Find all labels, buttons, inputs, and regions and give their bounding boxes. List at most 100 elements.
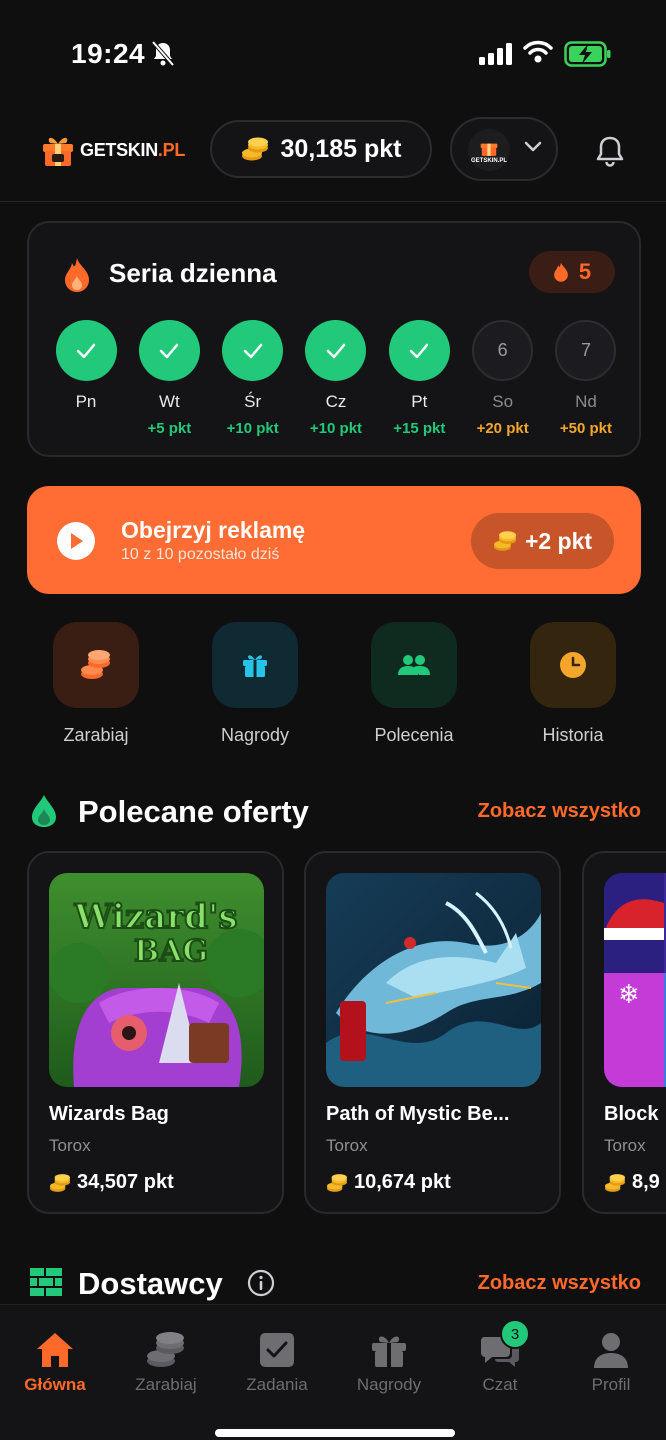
nav-tasks[interactable]: Zadania: [222, 1331, 332, 1395]
home-indicator: [215, 1429, 455, 1437]
streak-title: Seria dzienna: [109, 258, 277, 288]
day-reward: +5 pkt: [147, 420, 192, 437]
offer-points: 10,674 pkt: [326, 1171, 451, 1194]
day-reward: +20 pkt: [476, 420, 529, 437]
streak-count: 5: [578, 259, 592, 284]
ad-subtitle: 10 z 10 pozostało dziś: [121, 546, 280, 563]
day-name: Cz: [325, 392, 347, 411]
app-root: 19:24 GETSKIN.PL 30,185 pkt GETSKIN.PL S…: [0, 0, 666, 1440]
coins-icon: [147, 1332, 184, 1367]
quick-action-earn[interactable]: Zarabiaj: [26, 622, 166, 746]
nav-home[interactable]: Główna: [0, 1331, 110, 1395]
status-bar: 19:24: [0, 0, 666, 100]
ad-reward-value: +2 pkt: [524, 527, 593, 554]
day-number-indicator: 7: [555, 320, 617, 381]
day-reward: +10 pkt: [226, 420, 279, 437]
quick-action-icon-tile: [53, 622, 139, 708]
streak-day-sun: 7 Nd +50 pkt: [555, 320, 617, 438]
quick-action-label: Nagrody: [220, 725, 290, 745]
coins-icon: [493, 531, 516, 551]
battery-charging-icon: [564, 41, 611, 67]
streak-count-badge: 5: [529, 251, 615, 293]
offer-thumbnail: ❄: [604, 873, 666, 1087]
notifications-bell-icon[interactable]: [594, 134, 626, 168]
offer-name: Wizards Bag: [49, 1103, 169, 1125]
offers-carousel[interactable]: Wizard's BAG Wizards Bag Torox 34,507 pk…: [27, 851, 666, 1215]
streak-days: Pn Wt +5 pkt Śr +10 pkt Cz +10 pkt Pt +1…: [55, 320, 617, 438]
day-number-indicator: 6: [472, 320, 534, 381]
quick-action-history[interactable]: Historia: [503, 622, 643, 746]
clock-icon: [560, 652, 586, 678]
offer-card[interactable]: ❄ Block Torox 8,9: [582, 851, 666, 1214]
quick-action-icon-tile: [530, 622, 616, 708]
nav-label: Profil: [591, 1375, 631, 1394]
offer-publisher: Torox: [604, 1136, 646, 1155]
coins-icon: [81, 650, 110, 679]
ad-reward-pill: +2 pkt: [471, 513, 614, 569]
nav-profile[interactable]: Profil: [556, 1331, 666, 1395]
day-name: Pn: [75, 392, 97, 411]
day-complete-indicator: [55, 320, 117, 381]
coins-icon: [50, 1173, 70, 1192]
streak-day-mon: Pn: [55, 320, 117, 438]
flame-icon: [554, 262, 568, 282]
brick-wall-icon: [30, 1268, 62, 1296]
checkmark-icon: [243, 343, 262, 358]
checkmark-icon: [160, 343, 179, 358]
logo-text-main: GETSKIN: [80, 139, 158, 160]
status-time: 19:24: [71, 38, 146, 69]
streak-day-fri: Pt +15 pkt: [388, 320, 450, 438]
offer-publisher: Torox: [326, 1136, 368, 1155]
day-reward: +50 pkt: [559, 420, 613, 437]
play-button[interactable]: [57, 522, 95, 560]
block-puzzle-artwork: ❄: [604, 873, 666, 1087]
coins-icon: [241, 137, 268, 161]
points-balance-pill[interactable]: 30,185 pkt: [210, 120, 432, 178]
wizards-bag-artwork: Wizard's BAG: [49, 873, 264, 1087]
offer-thumbnail: Wizard's BAG: [49, 873, 264, 1087]
nav-earn[interactable]: Zarabiaj: [111, 1331, 221, 1395]
day-complete-indicator: [305, 320, 367, 381]
checkmark-icon: [410, 343, 429, 358]
brand-avatar-text: GETSKIN.PL: [470, 157, 507, 164]
offer-name: Block: [604, 1103, 659, 1125]
brand-selector[interactable]: GETSKIN.PL: [450, 117, 558, 181]
info-icon[interactable]: [247, 1269, 275, 1297]
wifi-icon: [523, 40, 553, 63]
offer-card[interactable]: Path of Mystic Be... Torox 10,674 pkt: [304, 851, 561, 1214]
watch-ad-banner[interactable]: Obejrzyj reklamę 10 z 10 pozostało dziś …: [27, 486, 641, 594]
day-name: Wt: [158, 392, 180, 411]
streak-day-wed: Śr +10 pkt: [222, 320, 284, 438]
gift-icon: [372, 1336, 406, 1367]
offer-publisher: Torox: [49, 1136, 91, 1155]
ad-title: Obejrzyj reklamę: [121, 517, 306, 543]
nav-chat[interactable]: 3 Czat: [445, 1319, 555, 1395]
checkbox-icon: [260, 1333, 294, 1367]
offer-card[interactable]: Wizard's BAG Wizards Bag Torox 34,507 pk…: [27, 851, 284, 1214]
streak-day-tue: Wt +5 pkt: [138, 320, 200, 438]
checkmark-icon: [76, 343, 96, 358]
day-reward: +15 pkt: [393, 420, 446, 437]
nav-label: Zadania: [246, 1375, 308, 1394]
cellular-signal-icon: [479, 43, 512, 65]
featured-see-all-link[interactable]: Zobacz wszystko: [478, 800, 641, 823]
day-name: Pt: [411, 392, 428, 411]
offer-points: 34,507 pkt: [49, 1171, 174, 1194]
nav-label: Czat: [482, 1375, 518, 1394]
quick-actions: Zarabiaj Nagrody Polecenia Historia: [0, 622, 666, 752]
offer-points-value: 8,9: [632, 1171, 660, 1193]
day-complete-indicator: [222, 320, 284, 381]
getskin-logo[interactable]: GETSKIN.PL: [40, 132, 185, 168]
quick-action-icon-tile: [212, 622, 298, 708]
bottom-navigation: Główna Zarabiaj Zadania Nagrody 3 Czat P…: [0, 1304, 666, 1440]
logo-text-suffix: .PL: [157, 139, 186, 160]
nav-rewards[interactable]: Nagrody: [334, 1331, 444, 1395]
quick-action-rewards[interactable]: Nagrody: [185, 622, 325, 746]
day-name: So: [492, 392, 514, 411]
chat-unread-badge: 3: [500, 1319, 530, 1349]
offer-points-value: 34,507 pkt: [77, 1171, 174, 1193]
providers-see-all-link[interactable]: Zobacz wszystko: [478, 1272, 641, 1295]
quick-action-referrals[interactable]: Polecenia: [344, 622, 484, 746]
day-name: Nd: [575, 392, 597, 411]
wizards-bag-logo-text-2: BAG: [134, 934, 208, 969]
